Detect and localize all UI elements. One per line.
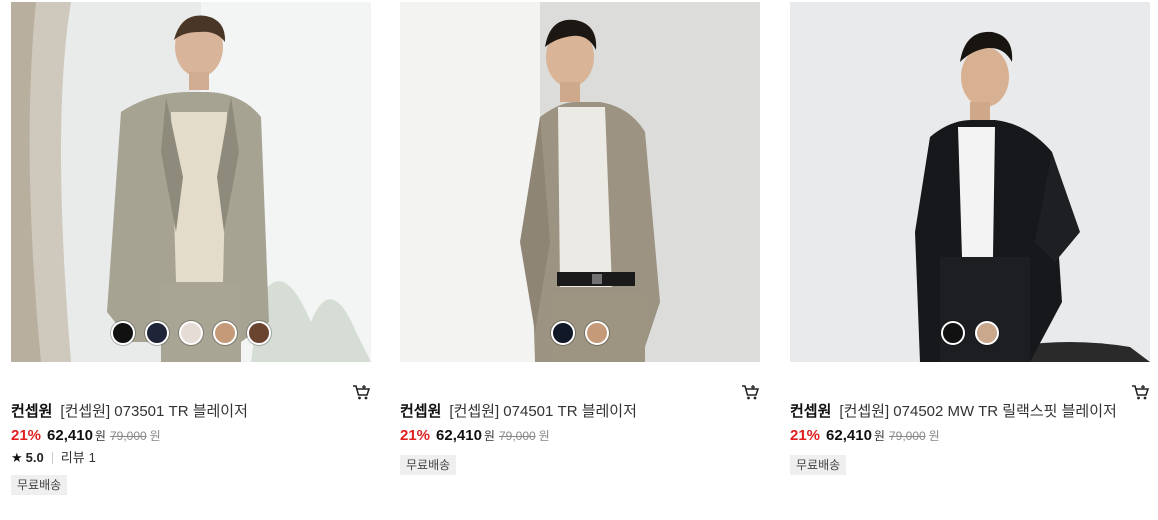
color-swatch[interactable] <box>975 321 999 345</box>
product-photo-illustration <box>400 2 760 362</box>
cart-icon[interactable] <box>740 382 760 402</box>
product-name[interactable]: [컨셉원] 074502 MW TR 릴랙스핏 블레이저 <box>839 403 1116 420</box>
product-title[interactable]: 컨셉원 [컨셉원] 074502 MW TR 릴랙스핏 블레이저 <box>790 402 1150 424</box>
discount-rate: 21% <box>11 427 42 444</box>
product-title[interactable]: 컨셉원 [컨셉원] 074501 TR 블레이저 <box>400 402 760 424</box>
product-image[interactable] <box>11 2 371 362</box>
sale-price: 62,410 <box>436 427 482 444</box>
product-title[interactable]: 컨셉원 [컨셉원] 073501 TR 블레이저 <box>11 402 371 424</box>
color-swatches <box>11 321 371 345</box>
original-currency-unit: 원 <box>149 429 161 443</box>
original-currency-unit: 원 <box>928 429 940 443</box>
product-name[interactable]: [컨셉원] 073501 TR 블레이저 <box>60 403 248 420</box>
rating-score: 5.0 <box>25 450 44 465</box>
cart-icon[interactable] <box>1130 382 1150 402</box>
free-shipping-badge: 무료배송 <box>400 455 457 475</box>
product-photo-illustration <box>11 2 371 362</box>
review-row: ★ 5.0 리뷰 1 <box>11 449 371 467</box>
original-currency-unit: 원 <box>538 429 550 443</box>
discount-rate: 21% <box>790 427 821 444</box>
color-swatches <box>400 321 760 345</box>
product-card[interactable]: 컨셉원 [컨셉원] 074502 MW TR 릴랙스핏 블레이저 21% 62,41… <box>790 2 1150 475</box>
free-shipping-badge: 무료배송 <box>11 475 68 495</box>
original-price: 79,000 <box>498 429 536 443</box>
price-row: 21% 62,410 원 79,000 원 <box>400 426 760 448</box>
brand-name[interactable]: 컨셉원 <box>790 403 831 420</box>
original-price: 79,000 <box>109 429 147 443</box>
sale-price: 62,410 <box>47 427 93 444</box>
product-photo-illustration <box>790 2 1150 362</box>
color-swatch[interactable] <box>941 321 965 345</box>
product-name[interactable]: [컨셉원] 074501 TR 블레이저 <box>449 403 637 420</box>
currency-unit: 원 <box>873 429 885 443</box>
color-swatch[interactable] <box>111 321 135 345</box>
price-row: 21% 62,410 원 79,000 원 <box>790 426 1150 448</box>
currency-unit: 원 <box>94 429 106 443</box>
divider <box>51 452 53 464</box>
product-image[interactable] <box>400 2 760 362</box>
review-label: 리뷰 <box>60 450 85 465</box>
color-swatches <box>790 321 1150 345</box>
star-icon: ★ <box>11 450 23 465</box>
cart-row <box>790 362 1150 402</box>
product-card[interactable]: 컨셉원 [컨셉원] 073501 TR 블레이저 21% 62,410 원 79,000… <box>11 2 371 495</box>
color-swatch[interactable] <box>247 321 271 345</box>
cart-row <box>11 362 371 402</box>
color-swatch[interactable] <box>179 321 203 345</box>
color-swatch[interactable] <box>585 321 609 345</box>
cart-icon[interactable] <box>351 382 371 402</box>
free-shipping-badge: 무료배송 <box>790 455 847 475</box>
price-row: 21% 62,410 원 79,000 원 <box>11 426 371 448</box>
original-price: 79,000 <box>888 429 926 443</box>
color-swatch[interactable] <box>145 321 169 345</box>
product-image[interactable] <box>790 2 1150 362</box>
review-count: 1 <box>88 450 96 465</box>
currency-unit: 원 <box>483 429 495 443</box>
color-swatch[interactable] <box>213 321 237 345</box>
brand-name[interactable]: 컨셉원 <box>11 403 52 420</box>
cart-row <box>400 362 760 402</box>
discount-rate: 21% <box>400 427 431 444</box>
color-swatch[interactable] <box>551 321 575 345</box>
sale-price: 62,410 <box>826 427 872 444</box>
product-card[interactable]: 컨셉원 [컨셉원] 074501 TR 블레이저 21% 62,410 원 79,000… <box>400 2 760 475</box>
product-grid: 컨셉원 [컨셉원] 073501 TR 블레이저 21% 62,410 원 79,000… <box>0 0 1158 520</box>
brand-name[interactable]: 컨셉원 <box>400 403 441 420</box>
